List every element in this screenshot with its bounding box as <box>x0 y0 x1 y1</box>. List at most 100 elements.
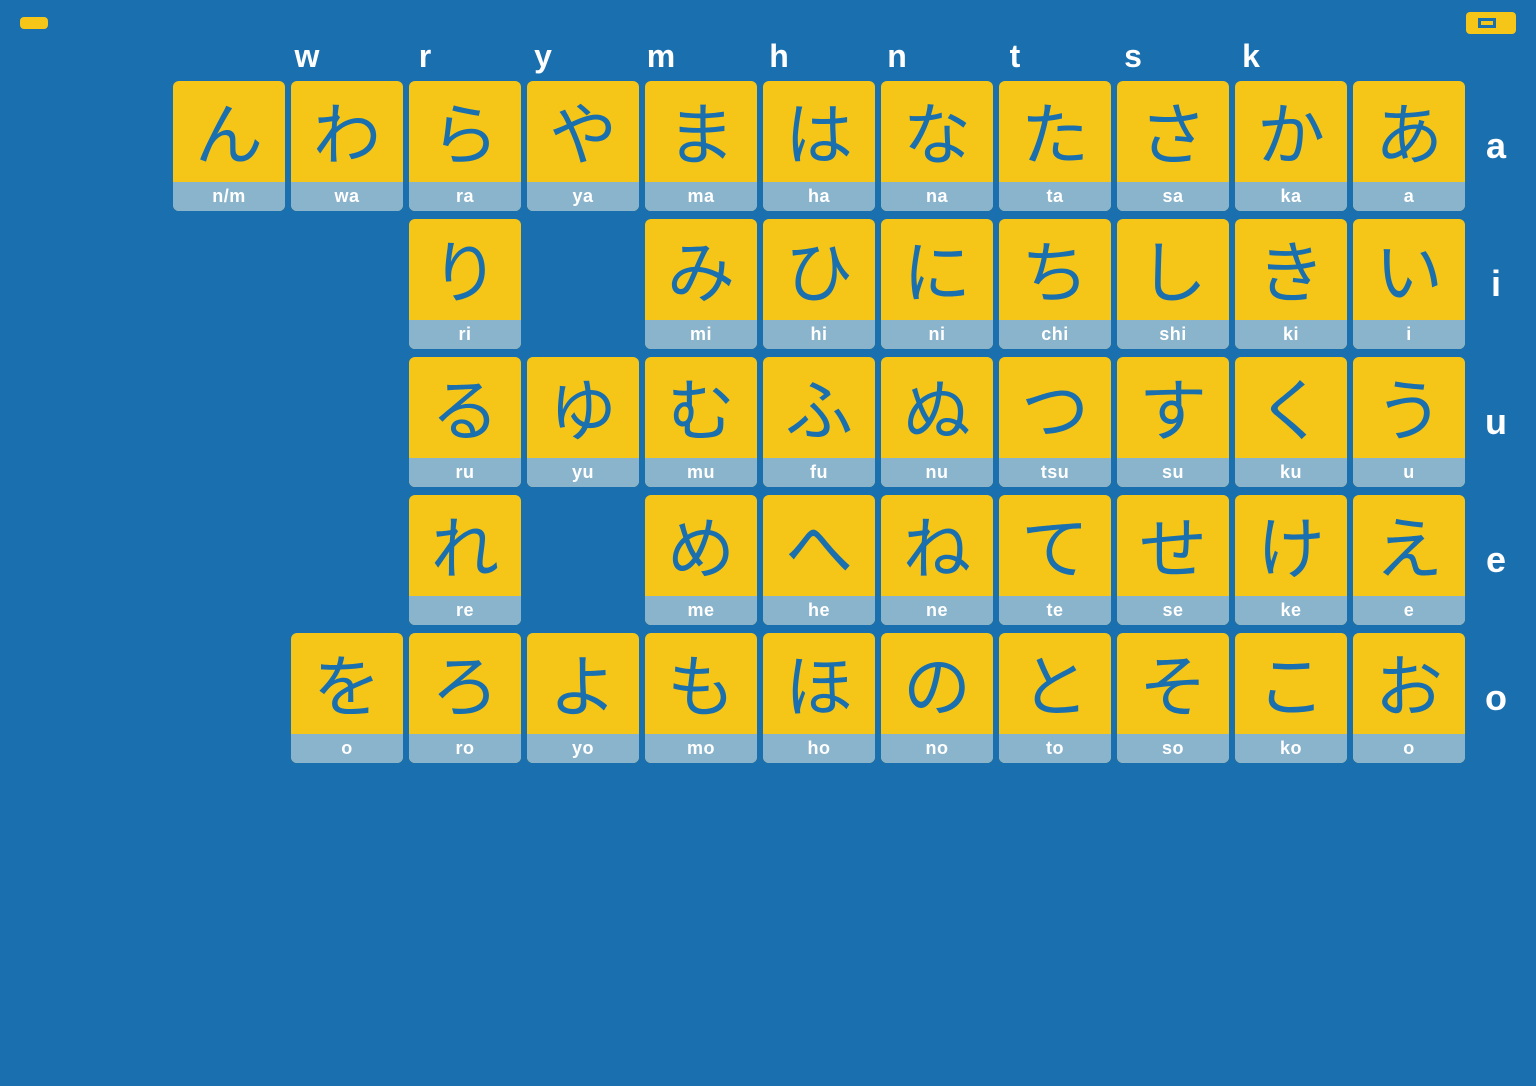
kana-character: そ <box>1139 633 1207 734</box>
kana-romanization: ya <box>527 182 639 211</box>
kana-cell-empty-4-0 <box>173 633 285 763</box>
kana-romanization: ne <box>881 596 993 625</box>
kana-cell-a: あa <box>1353 81 1465 211</box>
kana-character: を <box>313 633 381 734</box>
column-header-w: w <box>248 38 366 75</box>
kana-character: か <box>1257 81 1325 182</box>
kana-row-i: りriみmiひhiにniちchiしshiきkiいii <box>20 219 1516 349</box>
kana-character: の <box>903 633 971 734</box>
kana-cell-empty-3-3 <box>527 495 639 625</box>
kana-character: わ <box>313 81 381 182</box>
kana-romanization: ko <box>1235 734 1347 763</box>
column-header-h: h <box>720 38 838 75</box>
kana-cell-empty-2-0 <box>173 357 285 487</box>
kana-cell-so: そso <box>1117 633 1229 763</box>
kana-cell-ma: まma <box>645 81 757 211</box>
kana-cell-e: えe <box>1353 495 1465 625</box>
kana-cell-o: おo <box>1353 633 1465 763</box>
kana-character: ぬ <box>903 357 971 458</box>
kana-cell-ni: にni <box>881 219 993 349</box>
kana-romanization: yu <box>527 458 639 487</box>
kana-romanization: wa <box>291 182 403 211</box>
kana-character: り <box>431 219 499 320</box>
kana-romanization: o <box>1353 734 1465 763</box>
column-header-k: k <box>1192 38 1310 75</box>
kana-cell-chi: ちchi <box>999 219 1111 349</box>
kana-cell-empty-2-1 <box>291 357 403 487</box>
kana-romanization: nu <box>881 458 993 487</box>
column-header-m: m <box>602 38 720 75</box>
kana-romanization: a <box>1353 182 1465 211</box>
kana-cell-mo: もmo <box>645 633 757 763</box>
kana-romanization: se <box>1117 596 1229 625</box>
kana-romanization: he <box>763 596 875 625</box>
kana-character: ろ <box>431 633 499 734</box>
kana-cell-ka: かka <box>1235 81 1347 211</box>
kana-cell-fu: ふfu <box>763 357 875 487</box>
kana-romanization: mi <box>645 320 757 349</box>
kana-row-o: をoろroよyoもmoほhoのnoとtoそsoこkoおoo <box>20 633 1516 763</box>
kana-character: さ <box>1139 81 1207 182</box>
kana-cell-ru: るru <box>409 357 521 487</box>
kana-romanization: ri <box>409 320 521 349</box>
kana-romanization: chi <box>999 320 1111 349</box>
kana-cell-te: てte <box>999 495 1111 625</box>
kana-romanization: na <box>881 182 993 211</box>
kana-romanization: ho <box>763 734 875 763</box>
kana-character: や <box>549 81 617 182</box>
kana-cell-ya: やya <box>527 81 639 211</box>
kana-romanization: e <box>1353 596 1465 625</box>
kana-row-e: れreめmeへheねneてteせseけkeえee <box>20 495 1516 625</box>
kana-cell-ki: きki <box>1235 219 1347 349</box>
ltl-logo <box>1478 18 1496 28</box>
row-vowel-label-a: a <box>1476 125 1516 167</box>
kana-character: ふ <box>785 357 853 458</box>
kana-cell-empty-3-0 <box>173 495 285 625</box>
kana-romanization: re <box>409 596 521 625</box>
row-vowel-label-o: o <box>1476 677 1516 719</box>
kana-cell-o: をo <box>291 633 403 763</box>
kana-cell-ra: らra <box>409 81 521 211</box>
kana-cell-hi: ひhi <box>763 219 875 349</box>
kana-character: き <box>1257 219 1325 320</box>
kana-cell-yo: よyo <box>527 633 639 763</box>
header <box>0 0 1536 38</box>
kana-romanization: ku <box>1235 458 1347 487</box>
kana-cell-se: せse <box>1117 495 1229 625</box>
kana-romanization: no <box>881 734 993 763</box>
kana-character: ら <box>431 81 499 182</box>
kana-cell-ku: くku <box>1235 357 1347 487</box>
kana-row-a: んn/mわwaらraやyaまmaはhaなnaたtaさsaかkaあaa <box>20 81 1516 211</box>
kana-cell-ro: ろro <box>409 633 521 763</box>
kana-romanization: ro <box>409 734 521 763</box>
website-badge <box>20 17 48 29</box>
kana-character: よ <box>549 633 617 734</box>
kana-romanization: fu <box>763 458 875 487</box>
kana-cell-tsu: つtsu <box>999 357 1111 487</box>
kana-character: ほ <box>785 633 853 734</box>
kana-cell-yu: ゆyu <box>527 357 639 487</box>
kana-character: れ <box>431 495 499 596</box>
kana-cell-ko: こko <box>1235 633 1347 763</box>
column-header-r: r <box>366 38 484 75</box>
kana-cell-sa: さsa <box>1117 81 1229 211</box>
kana-cell-su: すsu <box>1117 357 1229 487</box>
kana-cell-empty-1-1 <box>291 219 403 349</box>
kana-romanization: to <box>999 734 1111 763</box>
kana-character: す <box>1139 357 1207 458</box>
kana-cell-ho: ほho <box>763 633 875 763</box>
kana-romanization: i <box>1353 320 1465 349</box>
column-header-s: s <box>1074 38 1192 75</box>
column-headers: wrymhntsk <box>0 38 1536 75</box>
kana-cell-empty-1-3 <box>527 219 639 349</box>
logo-area <box>1466 12 1516 34</box>
kana-character: え <box>1375 495 1443 596</box>
kana-romanization: ka <box>1235 182 1347 211</box>
kana-cell-empty-3-1 <box>291 495 403 625</box>
kana-romanization: ma <box>645 182 757 211</box>
kana-character: ち <box>1021 219 1089 320</box>
kana-character: ゆ <box>549 357 617 458</box>
kana-character: つ <box>1021 357 1089 458</box>
kana-character: い <box>1375 219 1443 320</box>
column-header-n: n <box>838 38 956 75</box>
